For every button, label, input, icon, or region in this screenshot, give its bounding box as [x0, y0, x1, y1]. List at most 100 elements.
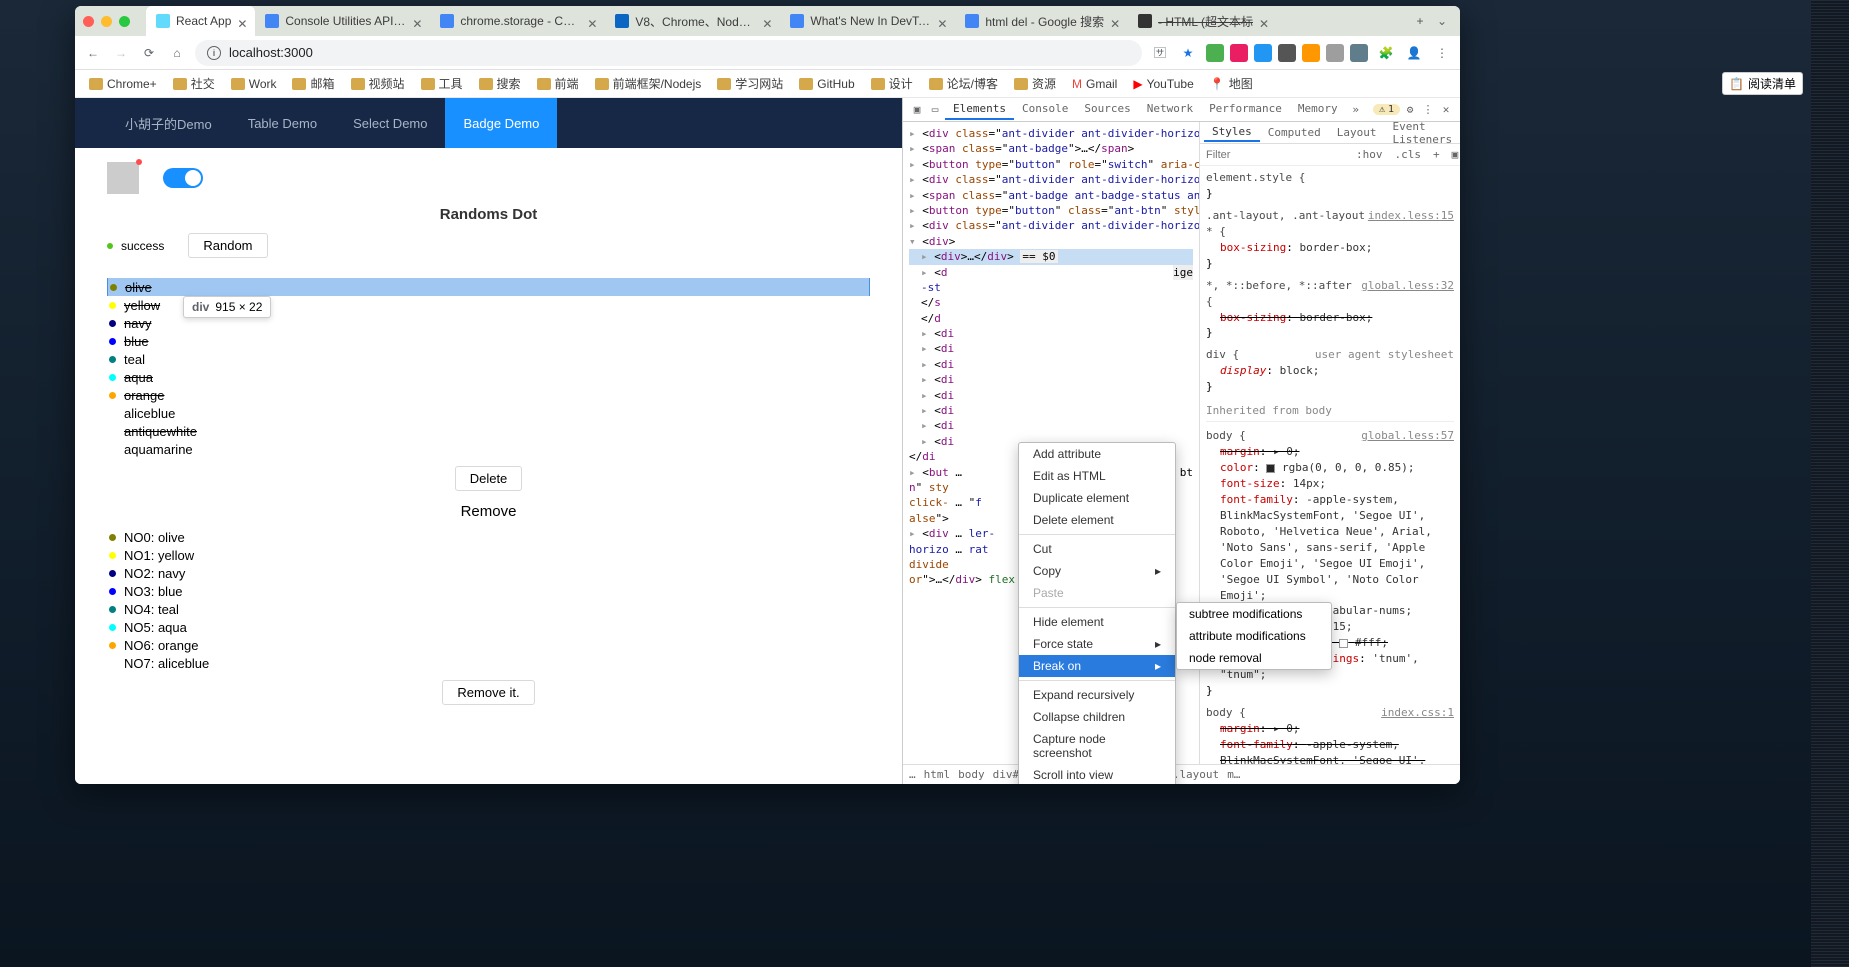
- browser-tab[interactable]: html del - Google 搜索✕: [955, 6, 1128, 36]
- bookmark-star-icon[interactable]: ★: [1178, 43, 1198, 63]
- close-tab-icon[interactable]: ✕: [1259, 17, 1267, 25]
- close-tab-icon[interactable]: ✕: [937, 17, 945, 25]
- settings-icon[interactable]: ⚙: [1402, 102, 1418, 118]
- context-menu-item[interactable]: Scroll into view: [1019, 764, 1175, 784]
- bookmark-item[interactable]: Work: [225, 75, 283, 93]
- devtools-tab[interactable]: Memory: [1290, 99, 1346, 120]
- bookmark-item[interactable]: 前端: [531, 73, 585, 94]
- crumb[interactable]: body: [958, 768, 985, 781]
- ext-icon[interactable]: [1302, 44, 1320, 62]
- bookmark-item[interactable]: 📍地图: [1204, 73, 1259, 94]
- random-button[interactable]: Random: [188, 233, 267, 258]
- back-button[interactable]: ←: [83, 43, 103, 63]
- list-item[interactable]: blue: [107, 332, 870, 350]
- warnings-badge[interactable]: ⚠ 1: [1373, 104, 1400, 115]
- ext-icon[interactable]: [1206, 44, 1224, 62]
- bookmark-item[interactable]: 社交: [167, 73, 221, 94]
- devtools-tab[interactable]: Sources: [1076, 99, 1138, 120]
- site-info-icon[interactable]: i: [207, 46, 221, 60]
- context-menu-item[interactable]: Hide element: [1019, 611, 1175, 633]
- breadcrumb[interactable]: …htmlbodydiv#rootsection.ant-layout.layo…: [903, 764, 1460, 784]
- devtools-menu-icon[interactable]: ⋮: [1420, 102, 1436, 118]
- browser-tab[interactable]: - HTML (超文本标✕: [1128, 6, 1277, 36]
- bookmark-item[interactable]: 学习网站: [711, 73, 789, 94]
- close-tab-icon[interactable]: ✕: [1110, 17, 1118, 25]
- crumb[interactable]: html: [924, 768, 951, 781]
- close-tab-icon[interactable]: ✕: [237, 17, 245, 25]
- remove-button[interactable]: Remove it.: [442, 680, 534, 705]
- browser-tab[interactable]: React App✕: [146, 6, 255, 36]
- more-tabs-icon[interactable]: »: [1348, 102, 1364, 118]
- ext-icon[interactable]: [1278, 44, 1296, 62]
- crumb[interactable]: m…: [1227, 768, 1240, 781]
- devtools-tab[interactable]: Elements: [945, 99, 1014, 120]
- new-rule-button[interactable]: +: [1429, 148, 1444, 161]
- bookmark-item[interactable]: 前端框架/Nodejs: [589, 73, 708, 94]
- browser-tab[interactable]: What's New In DevTools (✕: [780, 6, 955, 36]
- cls-toggle[interactable]: .cls: [1391, 148, 1426, 161]
- list-item[interactable]: teal: [107, 350, 870, 368]
- context-menu-item[interactable]: Delete element: [1019, 509, 1175, 531]
- styles-filter-input[interactable]: [1206, 149, 1348, 161]
- device-toggle-icon[interactable]: ▭: [927, 102, 943, 118]
- inspect-icon[interactable]: ▣: [909, 102, 925, 118]
- bookmark-item[interactable]: GitHub: [793, 75, 860, 93]
- bookmark-item[interactable]: MGmail: [1066, 75, 1123, 93]
- reload-button[interactable]: ⟳: [139, 43, 159, 63]
- devtools-tab[interactable]: Console: [1014, 99, 1076, 120]
- ext-icon[interactable]: [1350, 44, 1368, 62]
- close-devtools-icon[interactable]: ✕: [1438, 102, 1454, 118]
- list-item[interactable]: olive: [107, 278, 870, 296]
- bookmark-item[interactable]: 搜索: [473, 73, 527, 94]
- profile-avatar[interactable]: 👤: [1404, 43, 1424, 63]
- bookmark-item[interactable]: Chrome+: [83, 75, 163, 93]
- context-submenu-item[interactable]: subtree modifications: [1177, 603, 1331, 625]
- list-item[interactable]: aliceblue: [107, 404, 870, 422]
- delete-button[interactable]: Delete: [455, 466, 523, 491]
- nav-item[interactable]: Badge Demo: [445, 98, 557, 148]
- context-menu-item[interactable]: Duplicate element: [1019, 487, 1175, 509]
- url-field[interactable]: i localhost:3000: [195, 40, 1142, 66]
- styles-tab[interactable]: Computed: [1260, 124, 1329, 141]
- context-menu-item[interactable]: Capture node screenshot: [1019, 728, 1175, 764]
- maximize-window[interactable]: [119, 16, 130, 27]
- browser-tab[interactable]: chrome.storage - Chrome✕: [430, 6, 605, 36]
- close-tab-icon[interactable]: ✕: [762, 17, 770, 25]
- context-menu-item[interactable]: Edit as HTML: [1019, 465, 1175, 487]
- toggle-switch[interactable]: [163, 168, 203, 188]
- nav-item[interactable]: Table Demo: [230, 98, 335, 148]
- ext-icon[interactable]: [1254, 44, 1272, 62]
- bookmark-item[interactable]: 资源: [1008, 73, 1062, 94]
- nav-item[interactable]: Select Demo: [335, 98, 445, 148]
- bookmark-item[interactable]: 视频站: [345, 73, 411, 94]
- devtools-tab[interactable]: Performance: [1201, 99, 1290, 120]
- context-menu-item[interactable]: Cut: [1019, 538, 1175, 560]
- bookmark-item[interactable]: ▶YouTube: [1127, 75, 1199, 93]
- devtools-tab[interactable]: Network: [1139, 99, 1201, 120]
- browser-tab[interactable]: Console Utilities API refe✕: [255, 6, 430, 36]
- ext-icon[interactable]: [1230, 44, 1248, 62]
- context-menu-item[interactable]: Add attribute: [1019, 443, 1175, 465]
- new-tab-button[interactable]: +: [1408, 14, 1432, 28]
- close-tab-icon[interactable]: ✕: [587, 17, 595, 25]
- crumb[interactable]: …: [909, 768, 916, 781]
- bookmark-item[interactable]: 邮箱: [286, 73, 340, 94]
- bookmark-item[interactable]: 论坛/博客: [923, 73, 1004, 94]
- context-menu-item[interactable]: Force state▸: [1019, 633, 1175, 655]
- reading-list-button[interactable]: 📋 阅读清单: [1722, 72, 1803, 95]
- extensions-icon[interactable]: 🧩: [1376, 43, 1396, 63]
- context-menu-item[interactable]: Break on▸: [1019, 655, 1175, 677]
- ext-icon[interactable]: [1326, 44, 1344, 62]
- styles-more-icon[interactable]: ▣: [1448, 148, 1460, 161]
- bookmark-item[interactable]: 工具: [415, 73, 469, 94]
- context-menu-item[interactable]: Collapse children: [1019, 706, 1175, 728]
- hov-toggle[interactable]: :hov: [1352, 148, 1387, 161]
- close-window[interactable]: [83, 16, 94, 27]
- forward-button[interactable]: →: [111, 43, 131, 63]
- context-submenu-item[interactable]: attribute modifications: [1177, 625, 1331, 647]
- list-item[interactable]: orange: [107, 386, 870, 404]
- list-item[interactable]: antiquewhite: [107, 422, 870, 440]
- context-submenu-item[interactable]: node removal: [1177, 647, 1331, 669]
- close-tab-icon[interactable]: ✕: [412, 17, 420, 25]
- context-menu-item[interactable]: Copy▸: [1019, 560, 1175, 582]
